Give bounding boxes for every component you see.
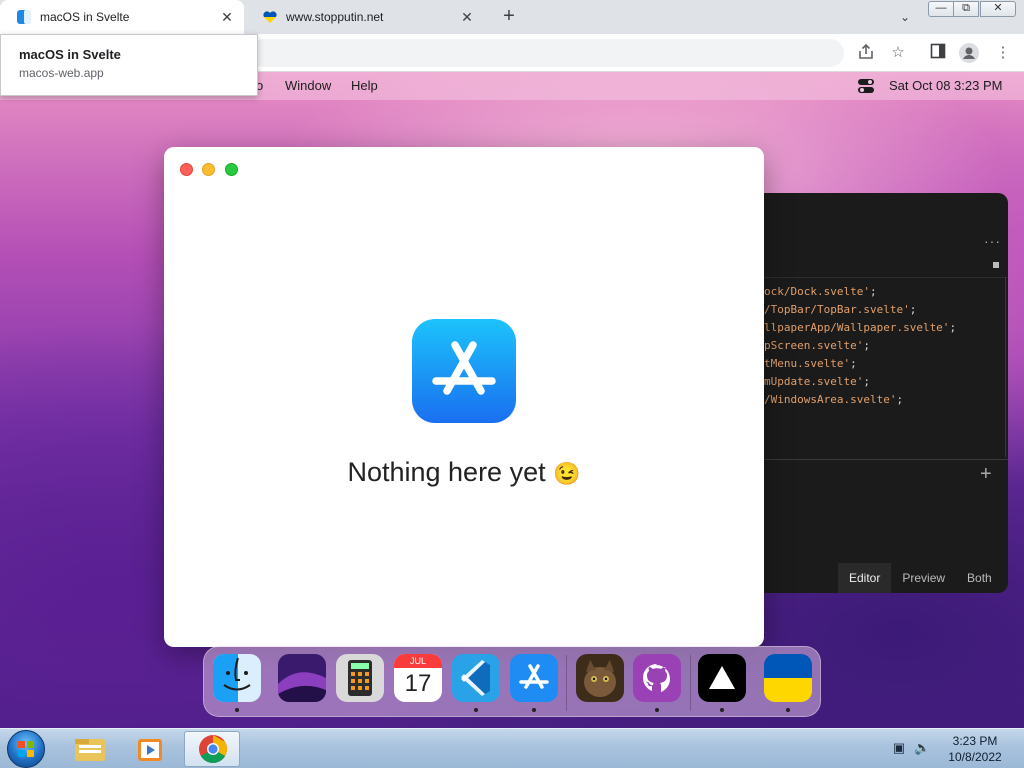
wink-emoji-icon: 😉 <box>553 461 581 486</box>
tab-search-chevron-icon[interactable]: ⌄ <box>896 8 914 26</box>
code-line: mUpdate.svelte'; <box>764 375 870 388</box>
close-window-button[interactable]: ✕ <box>980 1 1016 17</box>
finder-favicon-icon <box>17 10 31 24</box>
browser-tab-strip: macOS in Svelte ✕ www.stopputin.net ✕ + … <box>0 0 1024 34</box>
running-indicator <box>655 708 659 712</box>
macos-dock: JUL 17 <box>203 646 821 717</box>
taskbar-chrome[interactable] <box>184 731 240 767</box>
github-icon <box>633 654 681 702</box>
taskbar-media-player[interactable] <box>122 731 178 767</box>
code-line: pScreen.svelte'; <box>764 339 870 352</box>
tab-title: www.stopputin.net <box>286 10 384 24</box>
network-icon[interactable]: ▣ <box>891 740 907 756</box>
vscode-icon <box>452 654 500 702</box>
macos-desktop: o Window Help Sat Oct 08 3:23 PM ··· ock… <box>0 72 1024 728</box>
running-indicator <box>235 708 239 712</box>
tab-preview[interactable]: Preview <box>891 563 956 593</box>
cat-photo-icon <box>576 654 624 702</box>
code-content: ock/Dock.svelte'; /TopBar/TopBar.svelte'… <box>764 283 956 409</box>
control-center-icon[interactable] <box>858 79 874 93</box>
menu-item-window[interactable]: Window <box>285 78 331 93</box>
scrollbar-thumb[interactable] <box>993 262 999 268</box>
tab-title: macOS in Svelte <box>40 10 130 24</box>
dock-item-vscode[interactable] <box>452 654 500 702</box>
empty-state-text: Nothing here yet <box>347 457 546 487</box>
divider <box>764 459 1008 460</box>
code-editor-window[interactable]: ··· ock/Dock.svelte'; /TopBar/TopBar.sve… <box>740 193 1008 593</box>
dock-separator <box>566 655 567 711</box>
tab-both[interactable]: Both <box>956 563 1003 593</box>
windows-explorer-icon <box>75 739 105 761</box>
calendar-month: JUL <box>394 654 442 668</box>
code-line: llpaperApp/Wallpaper.svelte'; <box>764 321 957 334</box>
menu-item-help[interactable]: Help <box>351 78 378 93</box>
chrome-icon <box>199 735 227 763</box>
tab-close-icon[interactable]: ✕ <box>458 8 476 26</box>
new-tab-button[interactable]: + <box>498 6 520 28</box>
tooltip-url: macos-web.app <box>19 66 104 80</box>
volume-icon[interactable]: 🔈 <box>914 740 930 756</box>
code-line: /WindowsArea.svelte'; <box>764 393 904 406</box>
start-button[interactable] <box>7 730 45 768</box>
maximize-button[interactable]: ⧉ <box>953 1 979 17</box>
dock-item-ukraine[interactable] <box>764 654 812 702</box>
taskbar-explorer[interactable] <box>62 731 118 767</box>
editor-view-tabs: Editor Preview Both <box>838 563 1003 593</box>
vercel-icon <box>698 654 746 702</box>
dock-item-calculator[interactable] <box>336 654 384 702</box>
wallpapers-icon <box>278 654 326 702</box>
ukraine-flag-icon <box>764 654 812 702</box>
code-line: /TopBar/TopBar.svelte'; <box>764 303 917 316</box>
running-indicator <box>786 708 790 712</box>
divider <box>1005 277 1006 457</box>
tab-tooltip: macOS in Svelte macos-web.app <box>0 34 258 96</box>
tooltip-title: macOS in Svelte <box>19 47 121 62</box>
more-options-icon[interactable]: ··· <box>984 233 1001 249</box>
ukraine-heart-favicon-icon <box>263 11 277 23</box>
close-window-button[interactable] <box>180 163 193 176</box>
appstore-icon <box>412 319 516 423</box>
menubar-datetime[interactable]: Sat Oct 08 3:23 PM <box>889 78 1002 93</box>
running-indicator <box>532 708 536 712</box>
minimize-window-button[interactable] <box>202 163 215 176</box>
windows-taskbar: ▣ 🔈 3:23 PM 10/8/2022 <box>0 728 1024 768</box>
dock-item-purrr[interactable] <box>576 654 624 702</box>
clock-time: 3:23 PM <box>952 734 998 748</box>
tab-editor[interactable]: Editor <box>838 563 892 593</box>
chrome-menu-icon[interactable]: ⋮ <box>993 43 1013 63</box>
side-panel-icon[interactable] <box>928 43 948 63</box>
dock-item-appstore[interactable] <box>510 654 558 702</box>
tab-stopputin[interactable]: www.stopputin.net ✕ <box>246 0 484 34</box>
dock-item-vercel[interactable] <box>698 654 746 702</box>
appstore-window: Nothing here yet 😉 <box>164 147 764 647</box>
share-icon[interactable] <box>856 43 876 63</box>
address-bar[interactable] <box>250 39 844 67</box>
dock-item-wallpapers[interactable] <box>278 654 326 702</box>
running-indicator <box>720 708 724 712</box>
code-line: tMenu.svelte'; <box>764 357 857 370</box>
dock-separator <box>690 655 691 711</box>
appstore-icon <box>510 654 558 702</box>
empty-state-message: Nothing here yet 😉 <box>164 457 764 488</box>
bookmark-star-icon[interactable]: ☆ <box>888 43 908 63</box>
calculator-icon <box>336 654 384 702</box>
dock-item-github[interactable] <box>633 654 681 702</box>
windows-logo-icon <box>18 741 34 757</box>
calendar-day: 17 <box>404 670 432 697</box>
profile-avatar-icon[interactable] <box>959 43 979 63</box>
dock-item-calendar[interactable]: JUL 17 <box>394 654 442 702</box>
tab-macos-in-svelte[interactable]: macOS in Svelte ✕ <box>0 0 244 34</box>
running-indicator <box>474 708 478 712</box>
minimize-button[interactable]: — <box>928 1 954 17</box>
tab-close-icon[interactable]: ✕ <box>218 8 236 26</box>
media-player-icon <box>138 739 162 761</box>
divider <box>764 277 1008 278</box>
add-file-icon[interactable]: + <box>980 463 992 486</box>
dock-item-finder[interactable] <box>213 654 261 702</box>
taskbar-clock[interactable]: 3:23 PM 10/8/2022 <box>940 733 1010 765</box>
fullscreen-window-button[interactable] <box>225 163 238 176</box>
finder-icon <box>213 654 261 702</box>
code-line: ock/Dock.svelte'; <box>764 285 877 298</box>
clock-date: 10/8/2022 <box>948 750 1002 764</box>
